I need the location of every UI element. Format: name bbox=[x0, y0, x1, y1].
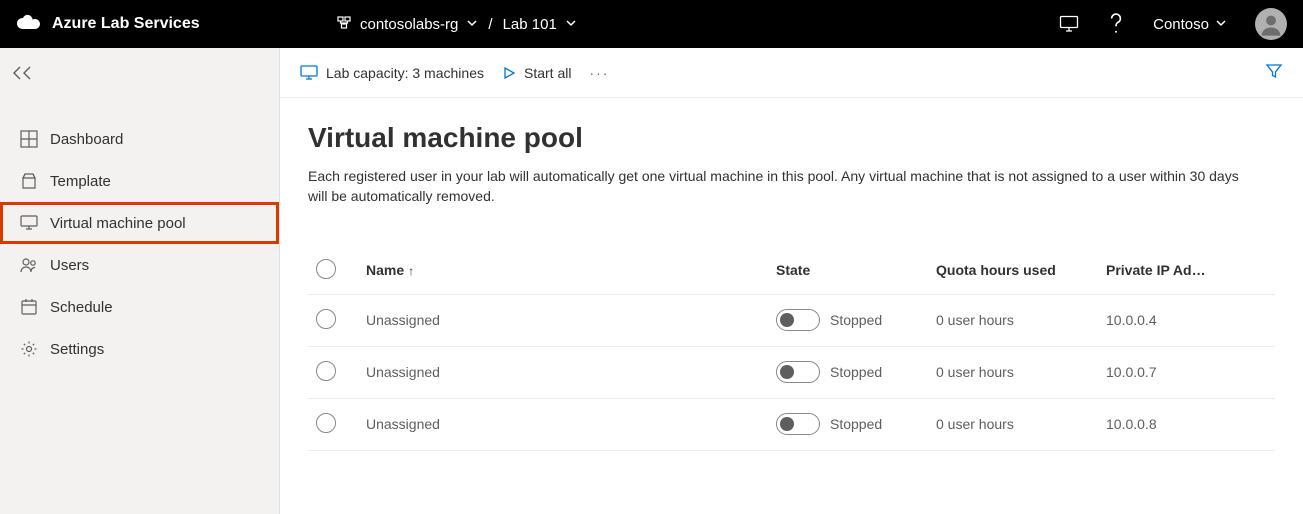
cell-name: Unassigned bbox=[358, 346, 768, 398]
org-switcher[interactable]: Contoso bbox=[1153, 16, 1227, 33]
breadcrumb-resource-group[interactable]: contosolabs-rg bbox=[336, 14, 478, 34]
brand-text: Azure Lab Services bbox=[52, 15, 200, 33]
sidebar-item-dashboard[interactable]: Dashboard bbox=[0, 118, 279, 160]
row-select[interactable] bbox=[316, 309, 336, 329]
sort-asc-icon: ↑ bbox=[408, 264, 414, 278]
sidebar-item-label: Settings bbox=[50, 341, 104, 358]
breadcrumb-lab-text: Lab 101 bbox=[503, 16, 557, 33]
page-description: Each registered user in your lab will au… bbox=[308, 166, 1248, 207]
sidebar: Dashboard Template Virtual machine pool … bbox=[0, 48, 280, 514]
sidebar-item-schedule[interactable]: Schedule bbox=[0, 286, 279, 328]
select-all-checkbox[interactable] bbox=[316, 259, 336, 279]
cell-ip: 10.0.0.7 bbox=[1098, 346, 1275, 398]
sidebar-item-template[interactable]: Template bbox=[0, 160, 279, 202]
cell-quota: 0 user hours bbox=[928, 294, 1098, 346]
brand-logo-icon bbox=[16, 14, 42, 34]
sidebar-item-vm-pool[interactable]: Virtual machine pool bbox=[0, 202, 279, 244]
nav: Dashboard Template Virtual machine pool … bbox=[0, 98, 279, 370]
org-name: Contoso bbox=[1153, 16, 1209, 33]
start-all-button[interactable]: Start all bbox=[502, 65, 571, 81]
table-row[interactable]: Unassigned Stopped 0 user hours 10.0.0.4 bbox=[308, 294, 1275, 346]
sidebar-item-label: Virtual machine pool bbox=[50, 215, 186, 232]
sidebar-item-label: Schedule bbox=[50, 299, 113, 316]
toolbar: Lab capacity: 3 machines Start all ··· bbox=[280, 48, 1303, 98]
cell-ip: 10.0.0.8 bbox=[1098, 398, 1275, 450]
col-name-header[interactable]: Name↑ bbox=[358, 247, 768, 295]
users-icon bbox=[20, 256, 38, 274]
breadcrumb: contosolabs-rg / Lab 101 bbox=[336, 14, 577, 34]
cell-state: Stopped bbox=[830, 312, 882, 328]
monitor-icon bbox=[300, 65, 318, 81]
page-title: Virtual machine pool bbox=[308, 122, 1275, 154]
cell-ip: 10.0.0.4 bbox=[1098, 294, 1275, 346]
table-row[interactable]: Unassigned Stopped 0 user hours 10.0.0.8 bbox=[308, 398, 1275, 450]
dashboard-icon bbox=[20, 130, 38, 148]
filter-button[interactable] bbox=[1265, 62, 1283, 83]
state-toggle[interactable] bbox=[776, 361, 820, 383]
gear-icon bbox=[20, 340, 38, 358]
brand[interactable]: Azure Lab Services bbox=[16, 14, 336, 34]
avatar[interactable] bbox=[1255, 8, 1287, 40]
breadcrumb-rg-text: contosolabs-rg bbox=[360, 16, 458, 33]
sidebar-item-label: Template bbox=[50, 173, 111, 190]
content: Virtual machine pool Each registered use… bbox=[280, 98, 1303, 514]
col-quota-header[interactable]: Quota hours used bbox=[928, 247, 1098, 295]
sidebar-item-settings[interactable]: Settings bbox=[0, 328, 279, 370]
breadcrumb-lab[interactable]: Lab 101 bbox=[503, 16, 577, 33]
table-row[interactable]: Unassigned Stopped 0 user hours 10.0.0.7 bbox=[308, 346, 1275, 398]
template-icon bbox=[20, 172, 38, 190]
start-all-text: Start all bbox=[524, 65, 571, 81]
cell-name: Unassigned bbox=[358, 294, 768, 346]
chevron-down-icon bbox=[565, 16, 577, 33]
collapse-icon bbox=[10, 63, 36, 83]
cell-quota: 0 user hours bbox=[928, 346, 1098, 398]
chevron-down-icon bbox=[466, 16, 478, 33]
lab-capacity-text: Lab capacity: 3 machines bbox=[326, 65, 484, 81]
help-icon[interactable] bbox=[1107, 13, 1125, 35]
col-ip-header[interactable]: Private IP Ad… bbox=[1098, 247, 1275, 295]
cell-state: Stopped bbox=[830, 364, 882, 380]
breadcrumb-separator: / bbox=[488, 16, 492, 33]
top-bar: Azure Lab Services contosolabs-rg / Lab … bbox=[0, 0, 1303, 48]
row-select[interactable] bbox=[316, 361, 336, 381]
cell-quota: 0 user hours bbox=[928, 398, 1098, 450]
vm-icon bbox=[20, 215, 38, 231]
cell-state: Stopped bbox=[830, 416, 882, 432]
state-toggle[interactable] bbox=[776, 309, 820, 331]
col-state-header[interactable]: State bbox=[768, 247, 928, 295]
schedule-icon bbox=[20, 298, 38, 316]
resource-group-icon bbox=[336, 14, 352, 34]
vm-table: Name↑ State Quota hours used Private IP … bbox=[308, 247, 1275, 451]
row-select[interactable] bbox=[316, 413, 336, 433]
lab-capacity-button[interactable]: Lab capacity: 3 machines bbox=[300, 65, 484, 81]
more-button[interactable]: ··· bbox=[589, 65, 609, 81]
cell-name: Unassigned bbox=[358, 398, 768, 450]
state-toggle[interactable] bbox=[776, 413, 820, 435]
sidebar-item-label: Dashboard bbox=[50, 131, 123, 148]
main: Lab capacity: 3 machines Start all ··· V… bbox=[280, 48, 1303, 514]
chevron-down-icon bbox=[1215, 16, 1227, 33]
sidebar-item-users[interactable]: Users bbox=[0, 244, 279, 286]
play-icon bbox=[502, 66, 516, 80]
monitor-icon[interactable] bbox=[1059, 15, 1079, 33]
sidebar-item-label: Users bbox=[50, 257, 89, 274]
collapse-sidebar-button[interactable] bbox=[0, 48, 279, 98]
